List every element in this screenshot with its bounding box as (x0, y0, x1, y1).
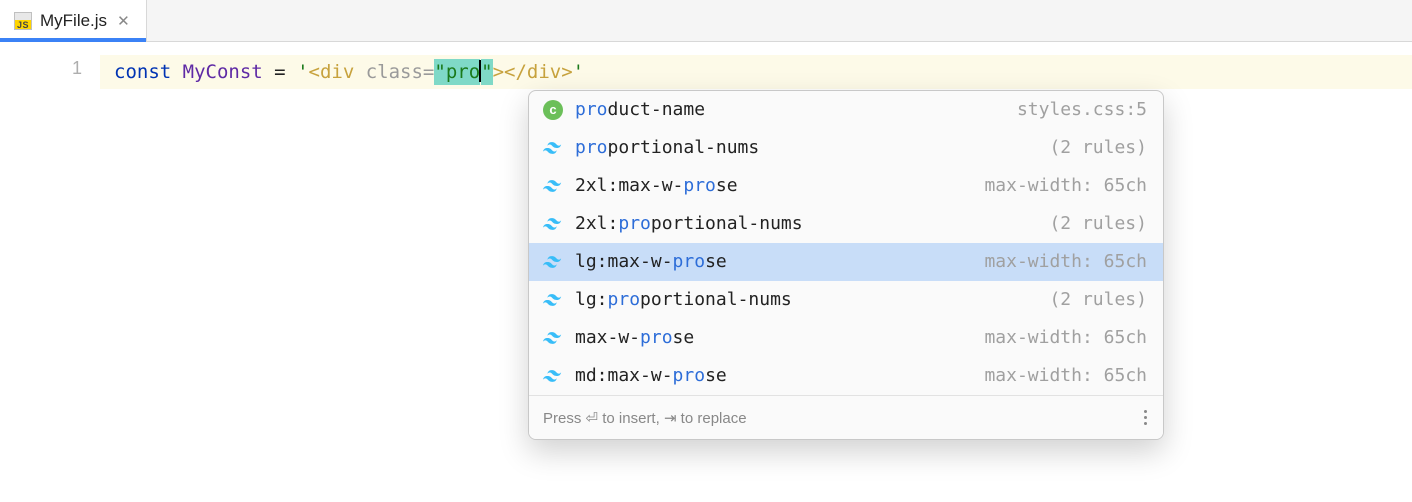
gutter: 1 (0, 42, 100, 502)
completion-footer: Press ⏎ to insert, ⇥ to replace (529, 395, 1163, 439)
tailwind-icon (543, 290, 563, 310)
js-file-icon (14, 12, 32, 30)
editor-body: 1 const MyConst = '<div class="pro"></di… (0, 42, 1412, 502)
completion-item[interactable]: 2xl:proportional-nums (2 rules) (529, 205, 1163, 243)
token-html-open: <div (309, 61, 366, 83)
tailwind-icon (543, 252, 563, 272)
completion-item[interactable]: proportional-nums (2 rules) (529, 129, 1163, 167)
tailwind-icon (543, 138, 563, 158)
completion-label: lg:proportional-nums (575, 288, 792, 312)
tab-bar: MyFile.js ✕ (0, 0, 1412, 42)
completion-label: 2xl:max-w-prose (575, 174, 738, 198)
tailwind-icon (543, 176, 563, 196)
token-quote1: " (434, 59, 445, 85)
editor-window: MyFile.js ✕ 1 const MyConst = '<div clas… (0, 0, 1412, 502)
token-typed: pro (446, 59, 480, 85)
tailwind-icon (543, 141, 563, 155)
footer-hint: Press ⏎ to insert, ⇥ to replace (543, 409, 747, 427)
token-quote2: " (481, 59, 492, 85)
completion-meta: max-width: 65ch (984, 326, 1147, 350)
token-quote-open: ' (297, 61, 308, 83)
completion-item[interactable]: 2xl:max-w-prose max-width: 65ch (529, 167, 1163, 205)
token-equals: = (263, 61, 297, 83)
tailwind-icon (543, 369, 563, 383)
line-number: 1 (0, 58, 82, 79)
file-tab[interactable]: MyFile.js ✕ (0, 0, 147, 41)
tab-filename: MyFile.js (40, 11, 107, 31)
code-line[interactable]: const MyConst = '<div class="pro"></div>… (100, 55, 1412, 89)
completion-meta: (2 rules) (1049, 212, 1147, 236)
completion-meta: (2 rules) (1049, 136, 1147, 160)
completion-popup[interactable]: c product-name styles.css:5 proportional-nu… (528, 90, 1164, 440)
completion-label: proportional-nums (575, 136, 759, 160)
completion-label: md:max-w-prose (575, 364, 727, 388)
completion-label: lg:max-w-prose (575, 250, 727, 274)
tailwind-icon (543, 366, 563, 386)
completion-meta: max-width: 65ch (984, 174, 1147, 198)
token-attr: class= (366, 61, 435, 83)
tailwind-icon (543, 331, 563, 345)
completion-item[interactable]: lg:proportional-nums (2 rules) (529, 281, 1163, 319)
tailwind-icon (543, 328, 563, 348)
completion-meta: styles.css:5 (1017, 98, 1147, 122)
completion-item[interactable]: max-w-prose max-width: 65ch (529, 319, 1163, 357)
tailwind-icon (543, 179, 563, 193)
completion-label: product-name (575, 98, 705, 122)
token-identifier: MyConst (183, 61, 263, 83)
tailwind-icon (543, 214, 563, 234)
token-html-close: ></div> (493, 61, 573, 83)
completion-meta: (2 rules) (1049, 288, 1147, 312)
completion-meta: max-width: 65ch (984, 364, 1147, 388)
completion-meta: max-width: 65ch (984, 250, 1147, 274)
completion-item[interactable]: md:max-w-prose max-width: 65ch (529, 357, 1163, 395)
close-icon[interactable]: ✕ (115, 12, 132, 30)
tailwind-icon (543, 255, 563, 269)
completion-item[interactable]: c product-name styles.css:5 (529, 91, 1163, 129)
completion-label: max-w-prose (575, 326, 694, 350)
more-options-icon[interactable] (1140, 406, 1151, 429)
completion-list: c product-name styles.css:5 proportional-nu… (529, 91, 1163, 395)
tailwind-icon (543, 293, 563, 307)
token-quote-close: ' (573, 61, 584, 83)
completion-item[interactable]: lg:max-w-prose max-width: 65ch (529, 243, 1163, 281)
code-area[interactable]: const MyConst = '<div class="pro"></div>… (100, 42, 1412, 502)
tailwind-icon (543, 217, 563, 231)
css-class-icon: c (543, 100, 563, 120)
completion-label: 2xl:proportional-nums (575, 212, 803, 236)
token-keyword: const (114, 61, 171, 83)
